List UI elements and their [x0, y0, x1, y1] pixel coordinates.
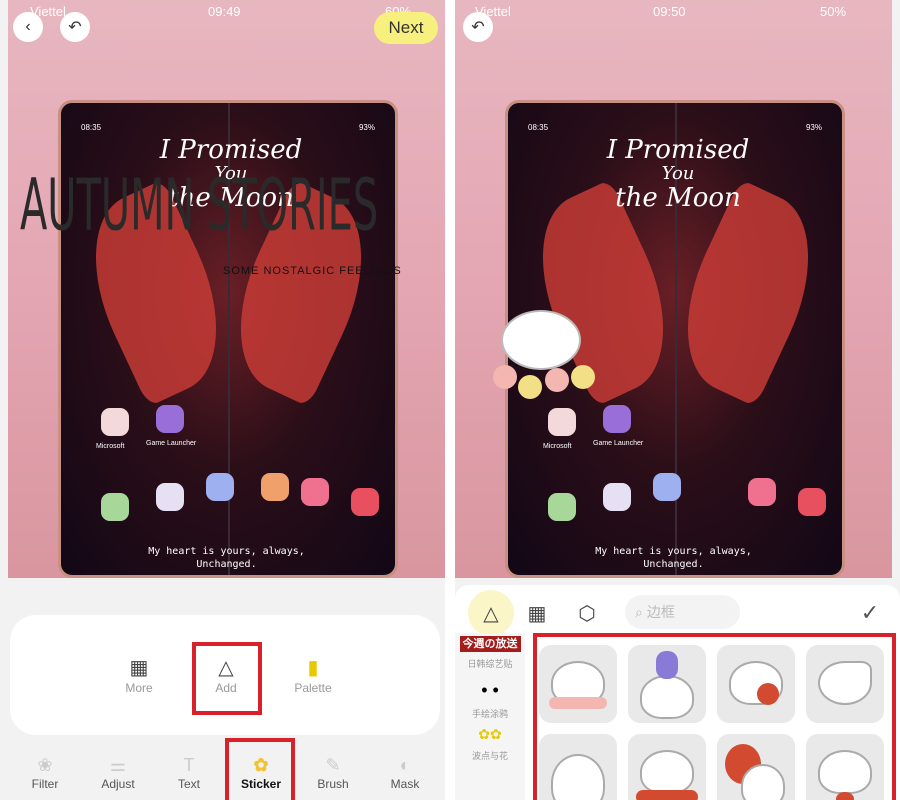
add-shape-icon: △	[483, 602, 499, 625]
category-item[interactable]: 日韩综艺贴	[455, 657, 525, 670]
category-list: 今週の放送 日韩综艺贴 • • 手绘涂鸦 ✿✿ 波点与花	[455, 633, 525, 800]
chevron-left-icon: ‹	[25, 18, 31, 35]
photo-caption: My heart is yours, always, Unchanged.	[148, 546, 305, 570]
checkmark-icon: ✓	[860, 600, 880, 625]
flowers-icon: ✿✿	[478, 726, 502, 742]
sliders-icon: ⚌	[109, 755, 127, 775]
search-icon: ⌕	[635, 603, 643, 620]
undo-icon: ↶	[471, 19, 485, 36]
category-item[interactable]: 波点与花	[455, 749, 525, 762]
tool-adjust[interactable]: ⚌ Adjust	[88, 755, 148, 791]
highlight-add	[192, 642, 262, 715]
tool-brush[interactable]: ✎ Brush	[303, 755, 363, 791]
brush-icon: ✎	[325, 755, 341, 775]
placed-sticker[interactable]	[483, 310, 603, 405]
palette-button[interactable]: ▮ Palette	[278, 655, 348, 695]
app-label: Microsoft	[543, 443, 572, 450]
back-button[interactable]: ‹	[13, 12, 43, 42]
undo-icon: ↶	[68, 19, 82, 36]
hexagon-icon: ⬡	[578, 602, 596, 625]
undo-button[interactable]: ↶	[60, 12, 90, 42]
editor-screen-right: 08:35 93% I Promised You the Moon Microsof…	[455, 0, 900, 800]
category-item[interactable]: 今週の放送	[455, 635, 525, 652]
next-button[interactable]: Next	[374, 12, 438, 44]
tab-settings[interactable]: ⬡	[567, 593, 607, 633]
photo-canvas[interactable]: 08:35 93% I Promised You the Moon Microsof…	[455, 0, 892, 578]
text-icon: T	[183, 755, 195, 775]
app-label: Game Launcher	[146, 440, 197, 447]
phone-battery: 93%	[358, 123, 375, 132]
photo-canvas[interactable]: 08:35 93% I Promised You the Moon Microsof…	[8, 0, 445, 578]
category-item[interactable]: 手绘涂鸦	[455, 707, 525, 720]
more-button[interactable]: ▦ More	[104, 655, 174, 695]
status-bar: Viettel 09:50 50%	[475, 4, 847, 19]
photo-caption: My heart is yours, always, Unchanged.	[595, 546, 752, 570]
phone-time: 08:35	[81, 123, 102, 132]
app-label: Microsoft	[96, 443, 125, 450]
highlight-sticker-grid	[533, 633, 896, 800]
overlay-title[interactable]: AUTUMN STORIES	[20, 169, 378, 241]
filter-icon: ❀	[37, 755, 53, 775]
overlay-subtitle[interactable]: SOME NOSTALGIC FEELINGS	[223, 265, 402, 277]
tool-text[interactable]: T Text	[159, 755, 219, 791]
eyes-icon: • •	[481, 680, 499, 700]
tab-store[interactable]: ▦	[517, 593, 557, 633]
phone-time: 08:35	[528, 123, 549, 132]
store-icon: ▦	[527, 602, 547, 625]
phone-battery: 93%	[805, 123, 822, 132]
store-icon: ▦	[129, 657, 149, 679]
script-text: I Promised You the Moon	[606, 135, 750, 213]
undo-button[interactable]: ↶	[463, 12, 493, 42]
app-label: Game Launcher	[593, 440, 644, 447]
mask-icon: ◐	[399, 755, 411, 775]
palette-icon: ▮	[307, 657, 319, 679]
highlight-sticker	[225, 738, 295, 800]
sticker-search-input[interactable]: ⌕ 边框	[625, 595, 740, 629]
tool-filter[interactable]: ❀ Filter	[15, 755, 75, 791]
confirm-button[interactable]: ✓	[850, 593, 890, 633]
tab-my-stickers[interactable]: △	[468, 590, 514, 636]
tool-mask[interactable]: ◐ Mask	[375, 755, 435, 791]
editor-screen-left: 08:35 93% I Promised You the Moon Microsof…	[0, 0, 445, 800]
sticker-sheet: △ ▦ ⬡ ⌕ 边框 ✓ 今週の放送 日韩综艺贴 • • 手绘涂鸦 ✿✿ 波点与花	[455, 585, 900, 800]
